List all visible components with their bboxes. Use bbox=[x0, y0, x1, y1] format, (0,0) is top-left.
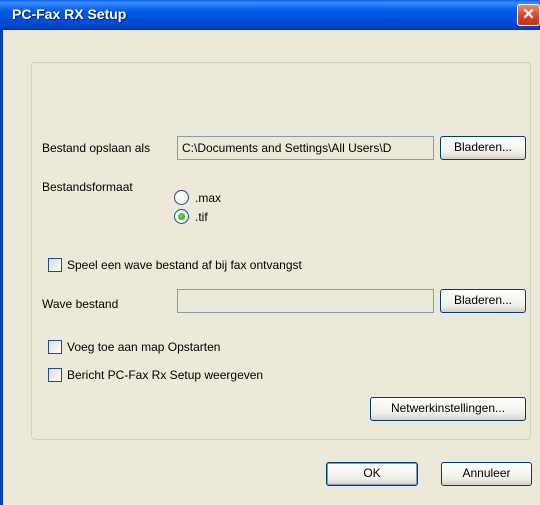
format-tif-label: .tif bbox=[195, 210, 208, 224]
wave-file-field[interactable] bbox=[177, 289, 434, 313]
cancel-button[interactable]: Annuleer bbox=[441, 462, 532, 486]
play-wave-checkbox[interactable] bbox=[48, 258, 62, 272]
format-max-radio[interactable] bbox=[174, 190, 189, 205]
save-as-path-field[interactable]: C:\Documents and Settings\All Users\D bbox=[177, 136, 434, 160]
format-tif-radio[interactable] bbox=[174, 209, 189, 224]
title-bar[interactable]: PC-Fax RX Setup ✕ bbox=[0, 0, 540, 30]
close-icon: ✕ bbox=[522, 6, 535, 23]
settings-group bbox=[31, 62, 531, 440]
show-message-checkbox[interactable] bbox=[48, 368, 62, 382]
save-as-label: Bestand opslaan als bbox=[42, 141, 151, 155]
file-format-label: Bestandsformaat bbox=[42, 180, 133, 194]
browse-wave-button[interactable]: Bladeren... bbox=[440, 289, 526, 313]
browse-save-button[interactable]: Bladeren... bbox=[440, 136, 526, 160]
wave-file-label: Wave bestand bbox=[42, 297, 119, 311]
dialog-window: PC-Fax RX Setup ✕ Bestand opslaan als C:… bbox=[0, 0, 540, 505]
window-title: PC-Fax RX Setup bbox=[12, 6, 127, 22]
startup-checkbox[interactable] bbox=[48, 340, 62, 354]
format-max-label: .max bbox=[195, 191, 222, 205]
startup-label: Voeg toe aan map Opstarten bbox=[67, 340, 221, 354]
network-settings-button[interactable]: Netwerkinstellingen... bbox=[370, 397, 526, 421]
show-message-label: Bericht PC-Fax Rx Setup weergeven bbox=[67, 368, 264, 382]
close-button[interactable]: ✕ bbox=[517, 4, 540, 26]
play-wave-label: Speel een wave bestand af bij fax ontvan… bbox=[67, 258, 302, 272]
ok-button[interactable]: OK bbox=[326, 462, 418, 486]
